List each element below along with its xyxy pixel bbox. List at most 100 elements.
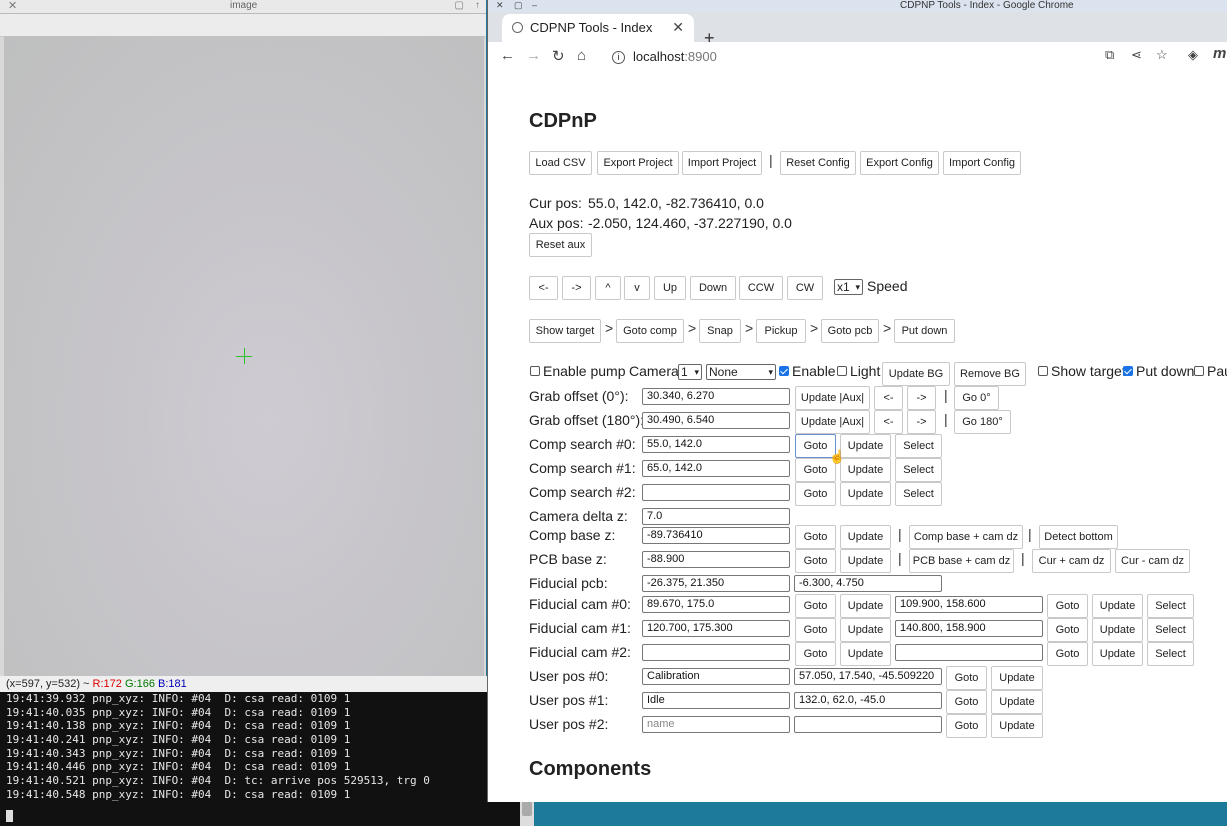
jog-down-button[interactable]: Down xyxy=(690,276,736,300)
fiducial-cam-2-update-button[interactable]: Update xyxy=(840,642,891,666)
tab-close-icon[interactable]: ✕ xyxy=(672,19,684,36)
open-external-icon[interactable]: ⧉ xyxy=(1105,47,1114,63)
grab180-right-button[interactable]: -> xyxy=(907,410,936,434)
camera-dz-input[interactable]: 7.0 xyxy=(642,508,790,525)
show-target-checkbox[interactable] xyxy=(1038,366,1048,376)
fiducial-cam-2-input-1[interactable] xyxy=(642,644,790,661)
fiducial-cam-1-update2-button[interactable]: Update xyxy=(1092,618,1143,642)
fiducial-pcb-input-1[interactable]: -26.375, 21.350 xyxy=(642,575,790,592)
maximize-icon[interactable]: ▢ xyxy=(514,0,523,11)
grab0-right-button[interactable]: -> xyxy=(907,386,936,410)
user-pos-1-name-input[interactable]: Idle xyxy=(642,692,790,709)
fiducial-cam-1-select-button[interactable]: Select xyxy=(1147,618,1194,642)
fiducial-cam-1-goto-button[interactable]: Goto xyxy=(795,618,836,642)
cur-minus-cam-dz-button[interactable]: Cur - cam dz xyxy=(1115,549,1190,573)
jog-back-button[interactable]: v xyxy=(624,276,650,300)
grab0-input[interactable]: 30.340, 6.270 xyxy=(642,388,790,405)
detect-bottom-button[interactable]: Detect bottom xyxy=(1039,525,1118,549)
fiducial-cam-0-input-2[interactable]: 109.900, 158.600 xyxy=(895,596,1043,613)
comp-search-1-select-button[interactable]: Select xyxy=(895,458,942,482)
user-pos-2-value-input[interactable] xyxy=(794,716,942,733)
fiducial-cam-2-goto-button[interactable]: Goto xyxy=(795,642,836,666)
reload-icon[interactable]: ↻ xyxy=(552,47,565,65)
pcb-base-input[interactable]: -88.900 xyxy=(642,551,790,568)
fiducial-pcb-input-2[interactable]: -6.300, 4.750 xyxy=(794,575,942,592)
up-arrow-icon[interactable]: ↑ xyxy=(475,0,480,11)
fiducial-cam-0-select-button[interactable]: Select xyxy=(1147,594,1194,618)
reset-aux-button[interactable]: Reset aux xyxy=(529,233,592,257)
comp-base-goto-button[interactable]: Goto xyxy=(795,525,836,549)
show-target-button[interactable]: Show target xyxy=(529,319,601,343)
put-down-checkbox[interactable] xyxy=(1123,366,1133,376)
user-pos-2-name-input[interactable]: name xyxy=(642,716,790,733)
pcb-base-goto-button[interactable]: Goto xyxy=(795,549,836,573)
info-icon[interactable]: i xyxy=(612,51,625,65)
comp-search-2-input[interactable] xyxy=(642,484,790,501)
pcb-base-update-button[interactable]: Update xyxy=(840,549,891,573)
put-down-button[interactable]: Put down xyxy=(894,319,955,343)
user-pos-0-name-input[interactable]: Calibration xyxy=(642,668,790,685)
export-project-button[interactable]: Export Project xyxy=(597,151,679,175)
terminal[interactable]: 19:41:39.932 pnp_xyz: INFO: #04 D: csa r… xyxy=(0,692,520,826)
goto-comp-button[interactable]: Goto comp xyxy=(616,319,684,343)
comp-search-2-goto-button[interactable]: Goto xyxy=(795,482,836,506)
jog-right-button[interactable]: -> xyxy=(562,276,591,300)
light-checkbox[interactable] xyxy=(837,366,847,376)
grab0-update-aux-button[interactable]: Update |Aux| xyxy=(795,386,870,410)
snap-button[interactable]: Snap xyxy=(699,319,741,343)
cur-plus-cam-dz-button[interactable]: Cur + cam dz xyxy=(1032,549,1111,573)
jog-forward-button[interactable]: ^ xyxy=(595,276,621,300)
star-icon[interactable]: ☆ xyxy=(1156,47,1168,63)
forward-icon[interactable]: → xyxy=(526,47,541,64)
fiducial-cam-0-goto-button[interactable]: Goto xyxy=(795,594,836,618)
comp-base-cam-dz-button[interactable]: Comp base + cam dz xyxy=(909,525,1023,549)
fiducial-cam-1-input-1[interactable]: 120.700, 175.300 xyxy=(642,620,790,637)
grab180-update-aux-button[interactable]: Update |Aux| xyxy=(795,410,870,434)
fiducial-cam-1-input-2[interactable]: 140.800, 158.900 xyxy=(895,620,1043,637)
export-config-button[interactable]: Export Config xyxy=(860,151,939,175)
rotate-ccw-button[interactable]: CCW xyxy=(739,276,783,300)
user-pos-0-update-button[interactable]: Update xyxy=(991,666,1043,690)
extension-icon[interactable]: ◈ xyxy=(1188,47,1198,63)
import-config-button[interactable]: Import Config xyxy=(943,151,1021,175)
fiducial-cam-0-update-button[interactable]: Update xyxy=(840,594,891,618)
comp-search-0-input[interactable]: 55.0, 142.0 xyxy=(642,436,790,453)
fiducial-cam-2-select-button[interactable]: Select xyxy=(1147,642,1194,666)
go0-button[interactable]: Go 0° xyxy=(954,386,999,410)
jog-up-button[interactable]: Up xyxy=(654,276,686,300)
fiducial-cam-2-update2-button[interactable]: Update xyxy=(1092,642,1143,666)
comp-search-2-update-button[interactable]: Update xyxy=(840,482,891,506)
fiducial-cam-1-goto2-button[interactable]: Goto xyxy=(1047,618,1088,642)
comp-search-1-update-button[interactable]: Update xyxy=(840,458,891,482)
pcb-base-cam-dz-button[interactable]: PCB base + cam dz xyxy=(909,549,1014,573)
grab180-input[interactable]: 30.490, 6.540 xyxy=(642,412,790,429)
fiducial-cam-0-update2-button[interactable]: Update xyxy=(1092,594,1143,618)
goto-pcb-button[interactable]: Goto pcb xyxy=(821,319,879,343)
tab-active[interactable]: CDPNP Tools - Index ✕ xyxy=(502,14,694,42)
background-select[interactable]: None ▾ xyxy=(706,364,776,380)
user-pos-2-goto-button[interactable]: Goto xyxy=(946,714,987,738)
fiducial-cam-0-input-1[interactable]: 89.670, 175.0 xyxy=(642,596,790,613)
comp-search-0-update-button[interactable]: Update xyxy=(840,434,891,458)
profile-avatar[interactable]: m xyxy=(1213,45,1226,62)
jog-left-button[interactable]: <- xyxy=(529,276,558,300)
fiducial-cam-2-goto2-button[interactable]: Goto xyxy=(1047,642,1088,666)
comp-base-update-button[interactable]: Update xyxy=(840,525,891,549)
user-pos-1-value-input[interactable]: 132.0, 62.0, -45.0 xyxy=(794,692,942,709)
reset-config-button[interactable]: Reset Config xyxy=(780,151,856,175)
user-pos-0-goto-button[interactable]: Goto xyxy=(946,666,987,690)
pickup-button[interactable]: Pickup xyxy=(756,319,806,343)
fiducial-cam-0-goto2-button[interactable]: Goto xyxy=(1047,594,1088,618)
close-icon[interactable]: ✕ xyxy=(8,0,17,12)
grab180-left-button[interactable]: <- xyxy=(874,410,903,434)
grab0-left-button[interactable]: <- xyxy=(874,386,903,410)
user-pos-1-update-button[interactable]: Update xyxy=(991,690,1043,714)
fiducial-cam-2-input-2[interactable] xyxy=(895,644,1043,661)
load-csv-button[interactable]: Load CSV xyxy=(529,151,592,175)
address-bar[interactable]: i localhost:8900 xyxy=(606,45,1158,69)
comp-search-2-select-button[interactable]: Select xyxy=(895,482,942,506)
minimize-icon[interactable]: – xyxy=(532,0,537,10)
user-pos-0-value-input[interactable]: 57.050, 17.540, -45.509220 xyxy=(794,668,942,685)
user-pos-1-goto-button[interactable]: Goto xyxy=(946,690,987,714)
close-icon[interactable]: ✕ xyxy=(496,0,504,11)
